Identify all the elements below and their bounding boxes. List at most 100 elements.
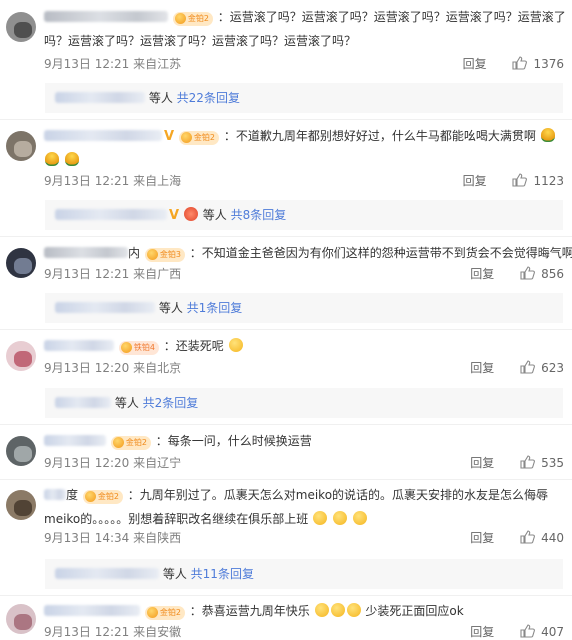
reply-users-label: 等人 (158, 301, 183, 315)
view-replies-link[interactable]: 共8条回复 (231, 208, 287, 222)
avatar[interactable] (6, 248, 36, 278)
upside-down-emoji-icon (332, 511, 347, 525)
comment-meta: 9月13日 12:20 来自辽宁 (44, 455, 181, 471)
comment-meta: 9月13日 12:20 来自北京 (44, 360, 181, 376)
comment-text: ：每条一问，什么时候换运营 (155, 434, 312, 448)
upside-down-emoji-icon (313, 511, 328, 525)
reply-button[interactable]: 回复 (470, 625, 494, 639)
username-suffix: 内 (128, 246, 141, 260)
thinking-emoji-icon (228, 338, 243, 352)
thumbs-up-icon (520, 360, 536, 374)
reply-summary[interactable]: 等人 共2条回复 (45, 388, 563, 418)
comment-date: 9月13日 (44, 267, 91, 281)
comment-meta: 9月13日 12:21 来自安徽 (44, 624, 181, 640)
thumbs-up-icon (520, 624, 536, 638)
username-suffix: 度 (66, 488, 79, 502)
reply-users-label: 等人 (114, 396, 139, 410)
like-count: 1376 (533, 57, 564, 71)
view-replies-link[interactable]: 共11条回复 (191, 567, 254, 581)
comment-location: 来自上海 (133, 174, 182, 188)
divider (0, 119, 572, 120)
comment-time: 12:21 (94, 174, 130, 188)
username[interactable] (44, 130, 162, 141)
comment-time: 12:20 (94, 456, 130, 470)
comment-text: 少装死正面回应ok (365, 604, 464, 618)
comment-location: 来自辽宁 (133, 456, 182, 470)
like-button[interactable]: 535 (520, 455, 564, 470)
comment-text: ：恭喜运营九周年快乐 (189, 604, 310, 618)
flower-emoji-icon (540, 128, 555, 142)
avatar[interactable] (6, 131, 36, 161)
fan-level-badge: 金铂2 (110, 436, 151, 450)
avatar[interactable] (6, 12, 36, 42)
divider (0, 479, 572, 480)
comment-meta: 9月13日 12:21 来自广西 (44, 266, 181, 282)
reply-summary[interactable]: 等人 共1条回复 (45, 293, 563, 323)
comment-date: 9月13日 (44, 625, 91, 639)
reply-button[interactable]: 回复 (470, 267, 494, 281)
like-count: 856 (541, 267, 564, 281)
like-button[interactable]: 1376 (512, 56, 564, 71)
like-button[interactable]: 856 (520, 266, 564, 281)
thumbs-up-icon (520, 266, 536, 280)
smile-emoji-icon (314, 603, 329, 617)
replier-names (55, 92, 145, 103)
avatar[interactable] (6, 604, 36, 634)
fan-level-badge: 金铂2 (82, 490, 123, 504)
reply-summary[interactable]: 等人 共11条回复 (45, 559, 563, 589)
comment-date: 9月13日 (44, 57, 91, 71)
view-replies-link[interactable]: 共22条回复 (177, 91, 240, 105)
thumbs-up-icon (512, 56, 528, 70)
comment-time: 14:34 (94, 531, 130, 545)
avatar[interactable] (6, 341, 36, 371)
fan-level-badge: 铁铂4 (118, 341, 159, 355)
comment-time: 12:21 (94, 625, 130, 639)
reply-button[interactable]: 回复 (470, 456, 494, 470)
thumbs-up-icon (512, 173, 528, 187)
comment-text: ：不道歉九周年都别想好好过，什么牛马都能吆喝大满贯啊 (223, 129, 536, 143)
comment-meta: 9月13日 14:34 来自陕西 (44, 530, 181, 546)
divider (0, 424, 572, 425)
flower-emoji-icon (64, 152, 79, 166)
upside-down-emoji-icon (352, 511, 367, 525)
smile-emoji-icon (346, 603, 361, 617)
verified-icon: V (164, 129, 175, 144)
smile-emoji-icon (330, 603, 345, 617)
like-count: 535 (541, 456, 564, 470)
emoji-icon (183, 207, 198, 221)
reply-button[interactable]: 回复 (463, 57, 487, 71)
fan-level-badge: 金铂2 (172, 12, 213, 26)
comment-text: ：九周年别过了。瓜裹天怎么对meiko的说话的。瓜裹天安排的水友是怎么侮辱 (127, 488, 549, 502)
fan-level-badge: 金铂2 (178, 131, 219, 145)
reply-summary[interactable]: V 等人 共8条回复 (45, 200, 563, 230)
like-count: 623 (541, 361, 564, 375)
reply-summary[interactable]: 等人 共22条回复 (45, 83, 563, 113)
fan-level-badge: 金铂2 (144, 606, 185, 620)
username[interactable] (44, 489, 66, 500)
comment-location: 来自陕西 (133, 531, 182, 545)
comment-meta: 9月13日 12:21 来自江苏 (44, 56, 181, 72)
username[interactable] (44, 605, 140, 616)
username[interactable] (44, 11, 168, 22)
username[interactable] (44, 340, 114, 351)
divider (0, 329, 572, 330)
comment-text: meiko的。。。。。别想着辞职改名继续在俱乐部上班 (44, 512, 309, 526)
comment-time: 12:20 (94, 361, 130, 375)
view-replies-link[interactable]: 共2条回复 (143, 396, 199, 410)
view-replies-link[interactable]: 共1条回复 (187, 301, 243, 315)
username[interactable] (44, 247, 128, 258)
replier-names (55, 568, 159, 579)
flower-emoji-icon (45, 152, 59, 166)
reply-button[interactable]: 回复 (463, 174, 487, 188)
like-button[interactable]: 407 (520, 624, 564, 639)
avatar[interactable] (6, 436, 36, 466)
username[interactable] (44, 435, 106, 446)
like-button[interactable]: 1123 (512, 173, 564, 188)
reply-button[interactable]: 回复 (470, 361, 494, 375)
reply-button[interactable]: 回复 (470, 531, 494, 545)
comment-meta: 9月13日 12:21 来自上海 (44, 173, 181, 189)
like-button[interactable]: 623 (520, 360, 564, 375)
like-count: 1123 (533, 174, 564, 188)
like-button[interactable]: 440 (520, 530, 564, 545)
avatar[interactable] (6, 490, 36, 520)
